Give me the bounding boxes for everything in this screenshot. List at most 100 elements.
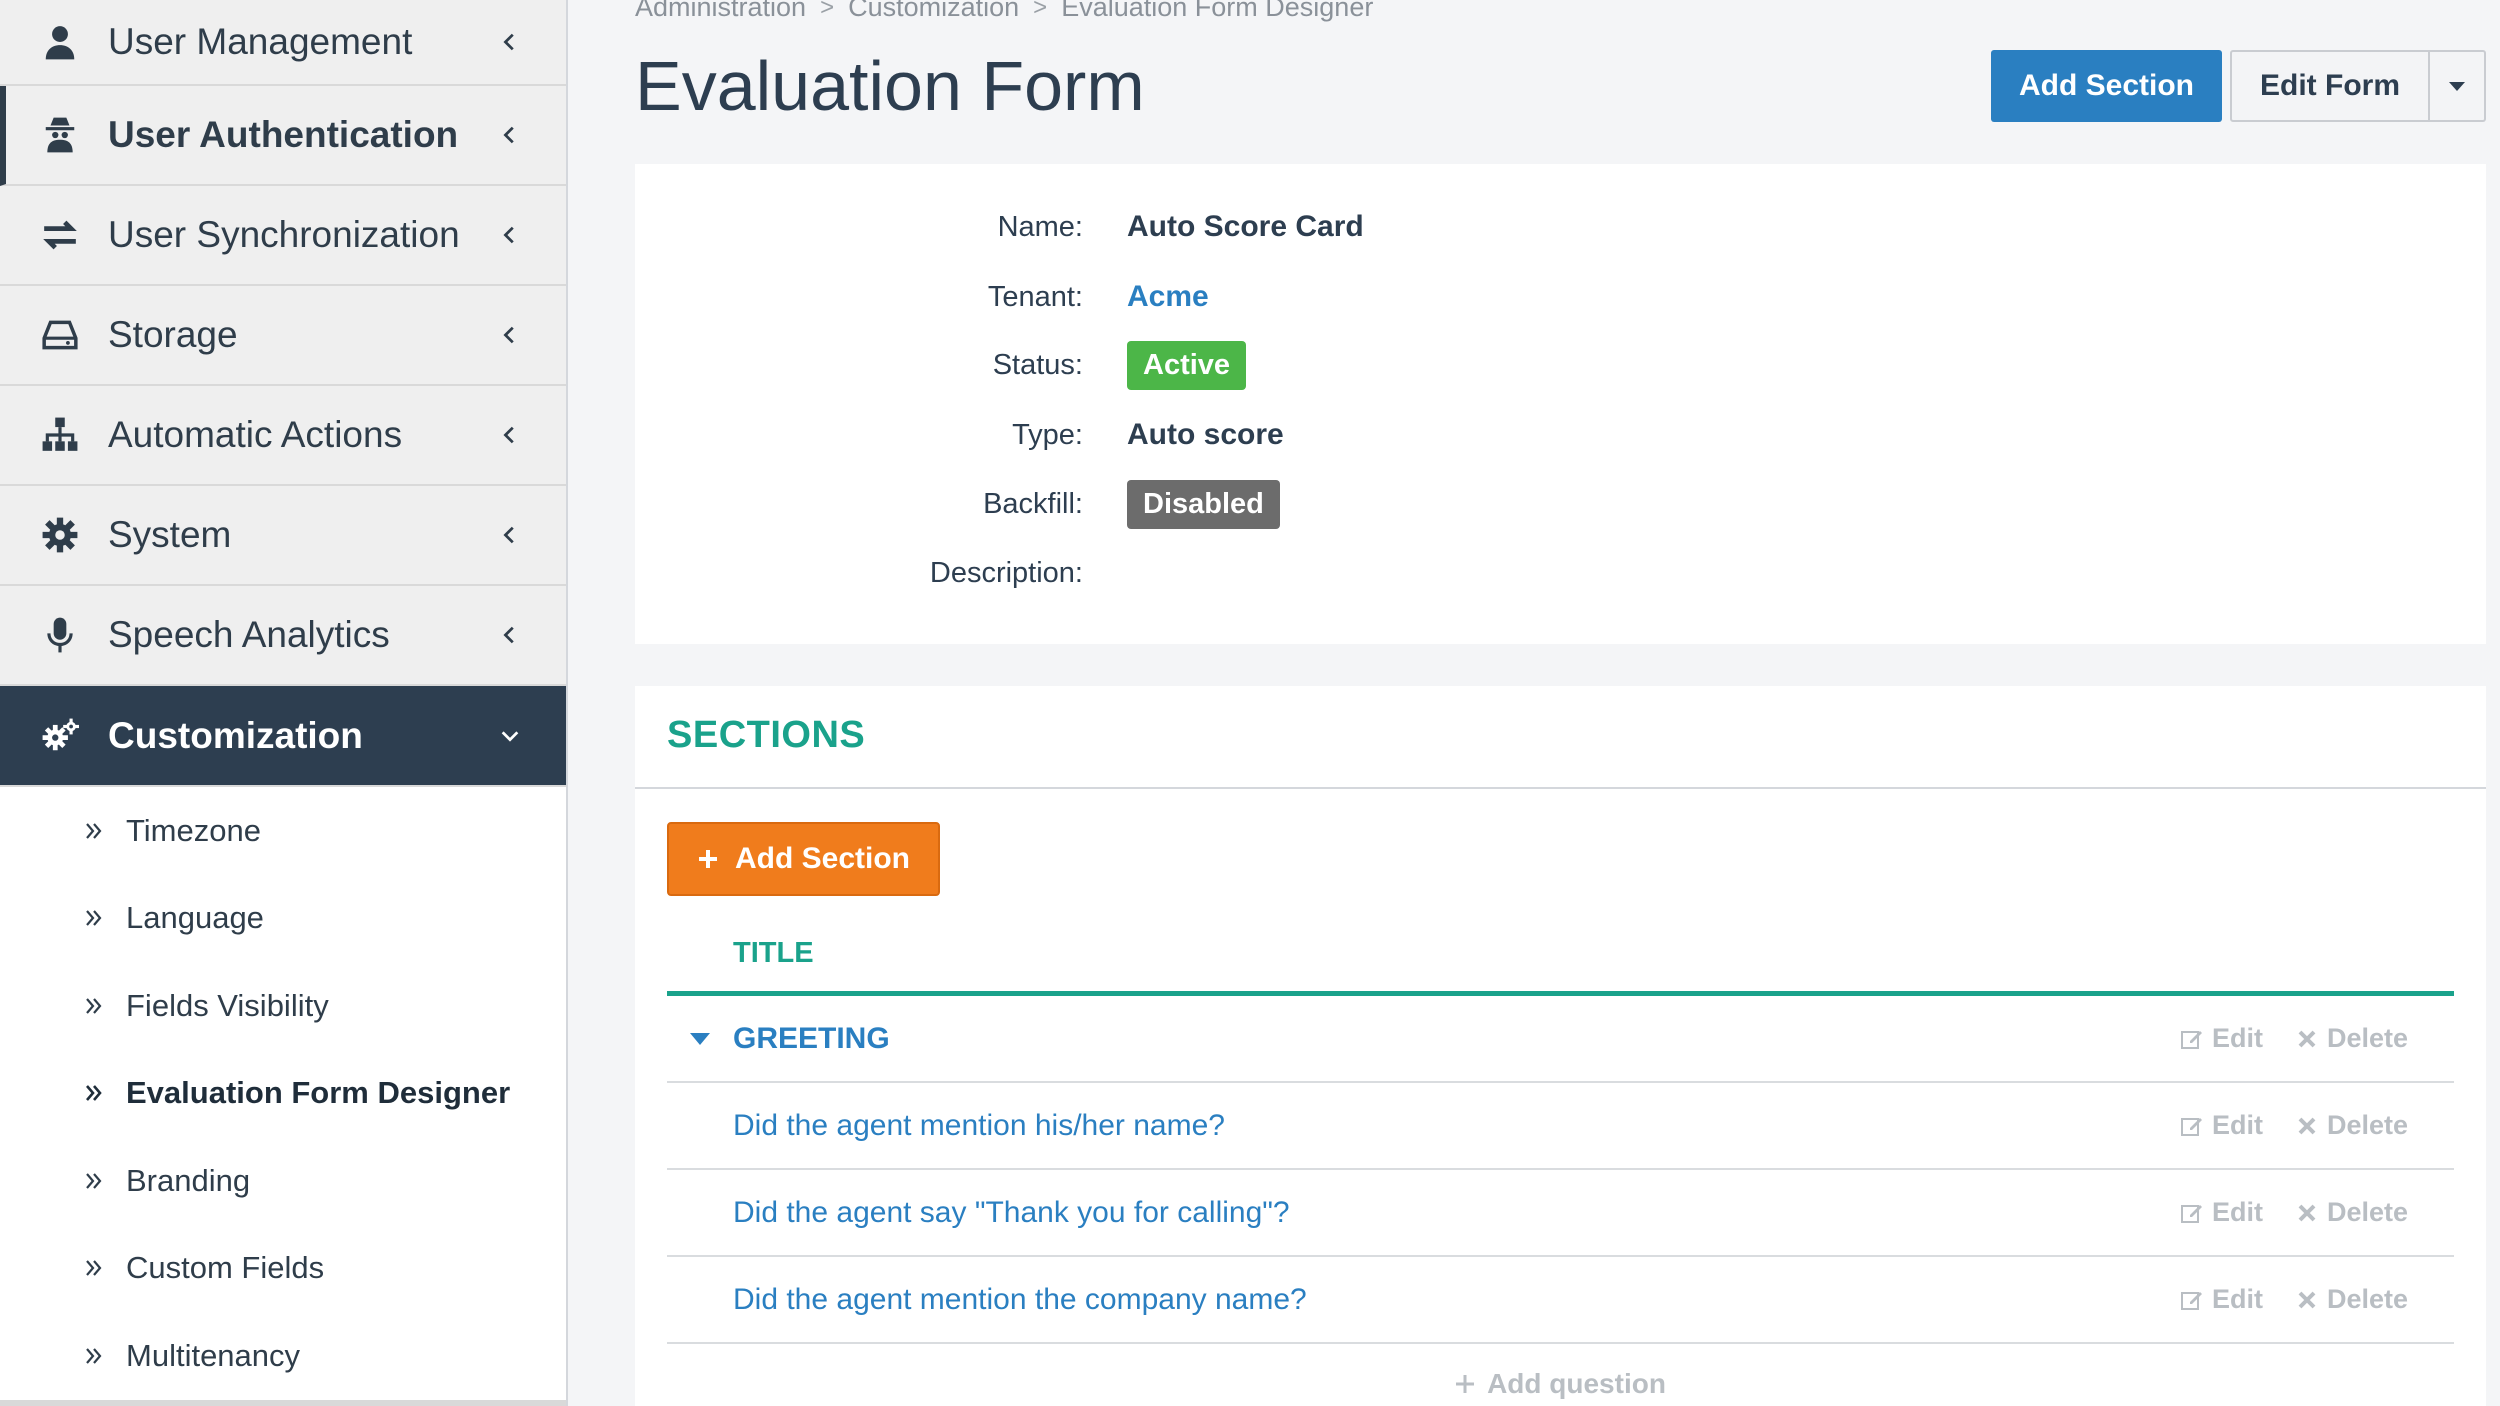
sidebar-item-label: Automatic Actions: [108, 414, 403, 455]
plus-icon: [1456, 1375, 1475, 1393]
form-type-value: Auto score: [1127, 418, 1284, 451]
sidebar-subitem-evaluation-form-designer[interactable]: Evaluation Form Designer: [0, 1050, 566, 1138]
backfill-badge: Disabled: [1127, 479, 1280, 529]
sidebar-subitem-language[interactable]: Language: [0, 875, 566, 963]
sidebar-item-system[interactable]: System: [0, 486, 566, 586]
collapse-toggle[interactable]: [667, 1032, 733, 1046]
detail-label: Tenant:: [987, 280, 1083, 313]
close-icon: [2298, 1030, 2316, 1047]
sidebar-item-user-authentication[interactable]: User Authentication: [0, 86, 566, 186]
sidebar-item-label: Storage: [108, 314, 238, 355]
close-icon: [2298, 1117, 2316, 1134]
row-actions: Edit Delete: [2180, 1284, 2454, 1315]
sidebar-subitem-label: Evaluation Form Designer: [126, 1075, 511, 1111]
sidebar-subitem-fields-visibility[interactable]: Fields Visibility: [0, 962, 566, 1050]
add-section-button[interactable]: Add Section: [1990, 50, 2222, 122]
edit-icon: [2180, 1204, 2202, 1223]
delete-label: Delete: [2326, 1023, 2408, 1053]
chevron-left-icon: [498, 423, 522, 447]
page-title: Evaluation Form: [635, 47, 1145, 125]
customization-submenu: Timezone Language Fields Visibility Eval…: [0, 787, 566, 1400]
question-title[interactable]: Did the agent say "Thank you for calling…: [667, 1196, 2180, 1230]
add-question-button[interactable]: Add question: [667, 1344, 2454, 1406]
breadcrumb-separator: >: [820, 0, 835, 21]
detail-label: Backfill:: [983, 487, 1083, 520]
sidebar-item-label: User Synchronization: [108, 214, 460, 255]
sidebar-item-label: User Management: [108, 21, 413, 62]
edit-icon: [2180, 1291, 2202, 1310]
header-actions: Add Section Edit Form: [1990, 50, 2486, 122]
double-chevron-right-icon: [84, 996, 110, 1016]
delete-label: Delete: [2326, 1284, 2408, 1314]
sidebar-item-label: User Authentication: [108, 114, 459, 155]
detail-row-backfill: Backfill: Disabled: [635, 477, 2486, 531]
sidebar-subitem-label: Fields Visibility: [126, 987, 329, 1023]
breadcrumb: Administration > Customization > Evaluat…: [635, 0, 1373, 23]
sidebar-subitem-timezone[interactable]: Timezone: [0, 787, 566, 875]
sidebar-subitem-custom-fields[interactable]: Custom Fields: [0, 1225, 566, 1313]
sidebar-item-speech-analytics[interactable]: Speech Analytics: [0, 586, 566, 686]
question-title[interactable]: Did the agent mention his/her name?: [667, 1109, 2180, 1143]
section-row: GREETING Edit Delete: [667, 996, 2454, 1083]
user-secret-icon: [36, 115, 84, 155]
double-chevron-right-icon: [84, 1083, 110, 1103]
edit-button[interactable]: Edit: [2180, 1023, 2263, 1054]
breadcrumb-item-administration[interactable]: Administration: [635, 0, 806, 23]
sidebar-subitem-branding[interactable]: Branding: [0, 1137, 566, 1225]
sidebar-item-user-management[interactable]: User Management: [0, 0, 566, 86]
edit-icon: [2180, 1030, 2202, 1049]
breadcrumb-item-customization[interactable]: Customization: [848, 0, 1019, 23]
edit-label: Edit: [2211, 1284, 2263, 1314]
row-actions: Edit Delete: [2180, 1023, 2454, 1054]
sidebar-divider: [0, 1400, 566, 1406]
edit-button[interactable]: Edit: [2180, 1110, 2263, 1141]
gear-icon: [36, 515, 84, 555]
delete-button[interactable]: Delete: [2295, 1110, 2408, 1141]
chevron-left-icon: [498, 30, 522, 54]
sidebar: User Management User Authentication User…: [0, 0, 568, 1406]
sidebar-item-label: System: [108, 514, 232, 555]
sidebar-subitem-label: Timezone: [126, 812, 261, 848]
breadcrumb-separator: >: [1033, 0, 1048, 21]
double-chevron-right-icon: [84, 821, 110, 841]
sidebar-subitem-label: Custom Fields: [126, 1250, 325, 1286]
sidebar-item-user-synchronization[interactable]: User Synchronization: [0, 186, 566, 286]
chevron-left-icon: [498, 523, 522, 547]
exchange-icon: [36, 215, 84, 255]
double-chevron-right-icon: [84, 1346, 110, 1366]
divider: [635, 787, 2486, 789]
sections-table: TITLE GREETING Edit Delete Did the agent…: [667, 916, 2454, 1406]
sidebar-item-storage[interactable]: Storage: [0, 286, 566, 386]
question-row: Did the agent mention the company name? …: [667, 1257, 2454, 1344]
edit-form-button-group: Edit Form: [2230, 50, 2486, 122]
delete-button[interactable]: Delete: [2295, 1284, 2408, 1315]
sitemap-icon: [36, 415, 84, 455]
detail-label: Status:: [992, 348, 1083, 381]
sidebar-item-customization[interactable]: Customization: [0, 686, 566, 787]
tenant-link[interactable]: Acme: [1127, 280, 1209, 314]
form-name-value: Auto Score Card: [1127, 210, 1364, 243]
detail-row-description: Description:: [635, 546, 2486, 600]
detail-label: Type:: [1012, 418, 1083, 451]
delete-label: Delete: [2326, 1197, 2408, 1227]
sidebar-item-label: Customization: [108, 714, 363, 756]
delete-label: Delete: [2326, 1110, 2408, 1140]
chevron-left-icon: [498, 623, 522, 647]
delete-button[interactable]: Delete: [2295, 1197, 2408, 1228]
sidebar-item-automatic-actions[interactable]: Automatic Actions: [0, 386, 566, 486]
section-title[interactable]: GREETING: [733, 1022, 2180, 1056]
sidebar-subitem-multitenancy[interactable]: Multitenancy: [0, 1312, 566, 1400]
edit-form-button[interactable]: Edit Form: [2230, 50, 2430, 122]
user-icon: [36, 22, 84, 62]
edit-button[interactable]: Edit: [2180, 1284, 2263, 1315]
edit-button[interactable]: Edit: [2180, 1197, 2263, 1228]
add-section-label: Add Section: [735, 842, 911, 875]
edit-label: Edit: [2211, 1197, 2263, 1227]
edit-form-dropdown-toggle[interactable]: [2430, 50, 2486, 122]
chevron-down-icon: [498, 724, 522, 748]
question-title[interactable]: Did the agent mention the company name?: [667, 1283, 2180, 1317]
delete-button[interactable]: Delete: [2295, 1023, 2408, 1054]
add-section-orange-button[interactable]: Add Section: [667, 822, 941, 896]
hdd-icon: [36, 315, 84, 355]
gears-icon: [36, 716, 84, 756]
